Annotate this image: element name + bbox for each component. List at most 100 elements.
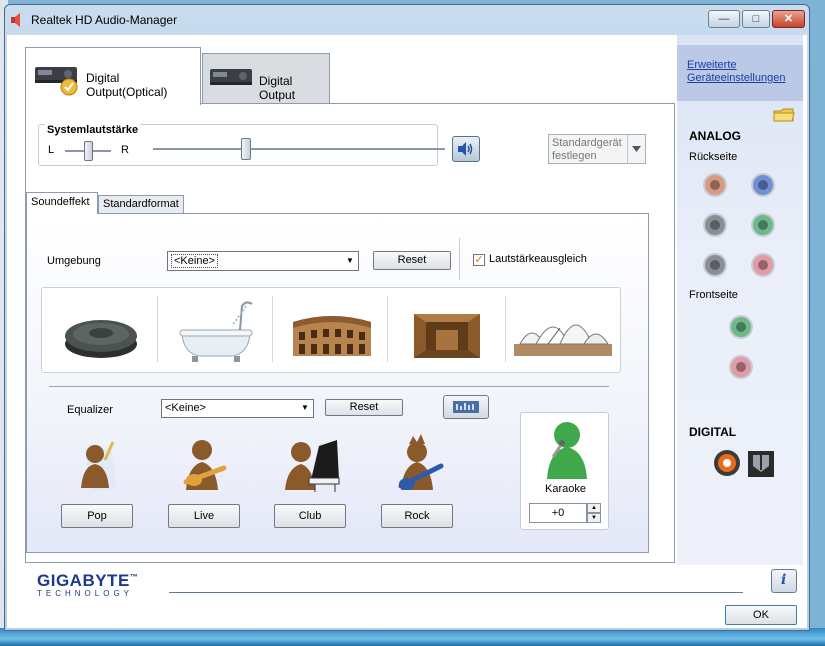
karaoke-pitch-input[interactable]: +0 [529, 503, 587, 523]
preset-pop[interactable] [65, 432, 129, 496]
preset-pop-button[interactable]: Pop [61, 504, 133, 528]
folder-icon[interactable] [773, 107, 795, 123]
environment-opera-house[interactable] [508, 292, 618, 370]
advanced-settings-box: Erweiterte Geräteeinstellungen [677, 45, 803, 101]
logo-text: GIGABYTE [37, 571, 130, 590]
title-bar[interactable]: Realtek HD Audio-Manager — □ ✕ [5, 5, 809, 35]
volume-slider-thumb[interactable] [241, 138, 252, 160]
set-default-device-dropdown[interactable]: Standardgerät festlegen [548, 134, 646, 164]
preset-club-button[interactable]: Club [274, 504, 346, 528]
karaoke-singer-icon[interactable] [537, 417, 593, 481]
balance-right-label: R [121, 144, 129, 156]
preset-live[interactable] [172, 432, 236, 496]
spdif-coax-icon[interactable] [713, 449, 741, 477]
advanced-settings-link[interactable]: Erweiterte Geräteeinstellungen [687, 59, 803, 85]
info-button[interactable]: i [771, 569, 797, 593]
rear-jack[interactable] [751, 213, 775, 237]
rear-jack[interactable] [751, 253, 775, 277]
environment-stone-disc[interactable] [46, 292, 156, 370]
divider [505, 296, 506, 362]
spin-up-icon[interactable]: ▲ [587, 503, 601, 513]
speaker-icon [458, 142, 473, 156]
environment-select[interactable]: <Keine> ▼ [167, 251, 359, 271]
connector-pane: Erweiterte Geräteeinstellungen ANALOG Rü… [677, 35, 803, 565]
divider [387, 296, 388, 362]
digital-title: DIGITAL [689, 425, 737, 439]
tab-digital-output-optical[interactable]: Digital Output(Optical) [25, 47, 201, 105]
rear-panel-label: Rückseite [689, 151, 738, 163]
karaoke-spinner[interactable]: ▲ ▼ [587, 503, 601, 523]
maximize-button[interactable]: □ [742, 10, 770, 28]
system-volume-title: Systemlautstärke [45, 124, 141, 136]
speaker-app-icon [11, 13, 20, 27]
spdif-optical-icon[interactable] [747, 450, 775, 478]
tab-standardformat[interactable]: Standardformat [98, 195, 184, 214]
pop-singer-icon [81, 441, 117, 492]
front-jack[interactable] [729, 355, 753, 379]
environment-room[interactable] [392, 292, 502, 370]
tab-digital-output[interactable]: Digital Output [202, 53, 330, 103]
divider [157, 296, 158, 362]
window-title: Realtek HD Audio-Manager [31, 13, 178, 27]
karaoke-label: Karaoke [545, 483, 586, 495]
preset-club[interactable] [279, 432, 343, 496]
mute-button[interactable] [452, 136, 480, 162]
colosseum-icon [293, 316, 371, 356]
logo-subtext: TECHNOLOGY [37, 589, 134, 598]
rock-guitar-icon [398, 434, 444, 490]
divider [272, 296, 273, 362]
receiver-device-icon [210, 69, 252, 85]
device-panel: Systemlautstärke L R Standardgerät festl… [25, 103, 675, 563]
bathtub-icon [179, 301, 253, 362]
environment-reset-button[interactable]: Reset [373, 251, 451, 270]
ok-button[interactable]: OK [725, 605, 797, 625]
balance-slider-thumb[interactable] [83, 141, 93, 161]
info-icon: i [781, 572, 787, 588]
dropdown-arrow-icon: ▼ [301, 403, 309, 412]
environment-bathtub[interactable] [162, 292, 272, 370]
audio-manager-window: Realtek HD Audio-Manager — □ ✕ Digital O… [4, 4, 810, 631]
front-jack[interactable] [729, 315, 753, 339]
stone-disc-icon [65, 320, 137, 358]
environment-select-value: <Keine> [171, 254, 218, 268]
rear-jack[interactable] [751, 173, 775, 197]
rear-jack[interactable] [703, 173, 727, 197]
tab-label: Digital Output(Optical) [86, 71, 168, 99]
equalizer-select-value: <Keine> [165, 402, 206, 414]
default-device-check-icon [60, 78, 78, 96]
equalizer-icon [453, 401, 479, 413]
minimize-button[interactable]: — [708, 10, 740, 28]
analog-title: ANALOG [689, 129, 741, 143]
tab-soundeffekt[interactable]: Soundeffekt [26, 192, 98, 214]
environment-colosseum[interactable] [277, 292, 387, 370]
front-panel-label: Frontseite [689, 289, 738, 301]
graphic-equalizer-button[interactable] [443, 395, 489, 419]
club-piano-icon [285, 440, 340, 492]
room-icon [414, 314, 480, 358]
opera-house-icon [514, 324, 612, 356]
window-client-area: Digital Output(Optical) Digital Output S… [7, 35, 807, 628]
preset-rock-button[interactable]: Rock [381, 504, 453, 528]
divider [459, 238, 460, 280]
set-default-device-label: Standardgerät festlegen [552, 137, 622, 162]
divider [169, 592, 743, 593]
dropdown-arrow-icon [627, 135, 645, 163]
environment-strip [41, 287, 621, 373]
close-button[interactable]: ✕ [772, 10, 805, 28]
equalizer-label: Equalizer [67, 404, 113, 416]
divider [49, 386, 609, 387]
system-volume-group: Systemlautstärke L R [38, 124, 445, 166]
volume-slider-track[interactable] [153, 148, 445, 150]
rear-jack[interactable] [703, 253, 727, 277]
equalizer-reset-button[interactable]: Reset [325, 399, 403, 416]
loudness-checkbox[interactable]: ✓ [473, 254, 485, 266]
environment-label: Umgebung [47, 255, 101, 267]
dropdown-arrow-icon: ▼ [346, 256, 354, 265]
gigabyte-logo: GIGABYTE™ TECHNOLOGY [37, 571, 138, 598]
spin-down-icon[interactable]: ▼ [587, 513, 601, 523]
preset-live-button[interactable]: Live [168, 504, 240, 528]
equalizer-select[interactable]: <Keine> ▼ [161, 399, 314, 418]
preset-rock[interactable] [387, 432, 451, 496]
main-area: Digital Output(Optical) Digital Output S… [7, 35, 675, 565]
rear-jack[interactable] [703, 213, 727, 237]
